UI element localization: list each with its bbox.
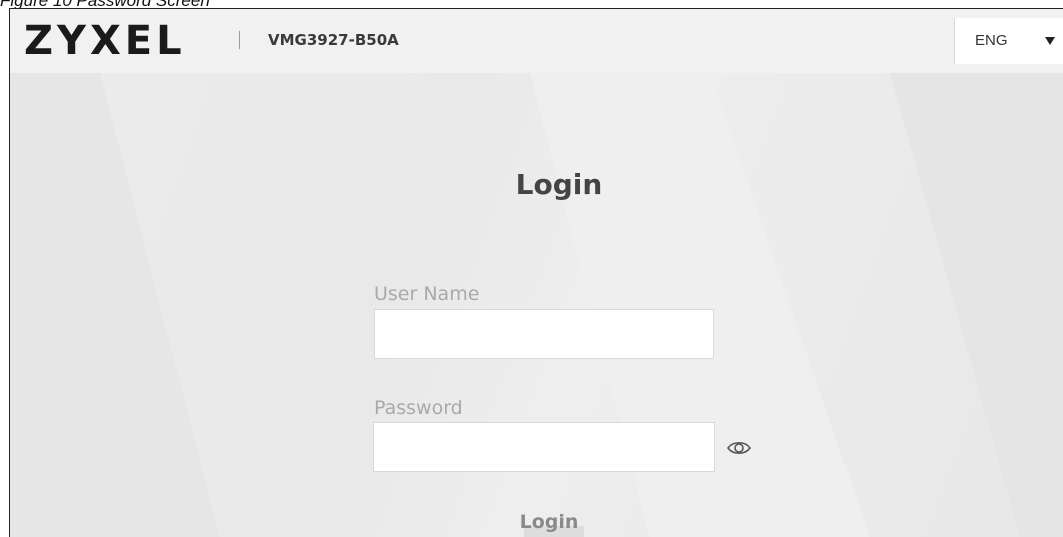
password-input[interactable]: [373, 422, 715, 472]
language-select[interactable]: ENG: [954, 18, 1063, 64]
login-button[interactable]: Login: [512, 505, 586, 537]
language-selected: ENG: [975, 32, 1008, 49]
password-label: Password: [374, 397, 463, 419]
username-input[interactable]: [374, 309, 714, 359]
header-divider: [239, 31, 240, 49]
username-label: User Name: [374, 283, 480, 305]
login-page: ZYXEL VMG3927-B50A ENG Login User Name P…: [9, 8, 1063, 537]
chevron-down-icon: [1045, 37, 1055, 45]
eye-icon[interactable]: [726, 439, 752, 457]
zyxel-logo: ZYXEL: [24, 18, 186, 64]
device-model: VMG3927-B50A: [268, 31, 399, 49]
top-header: ZYXEL VMG3927-B50A ENG: [10, 9, 1063, 73]
page-title: Login: [515, 168, 603, 201]
